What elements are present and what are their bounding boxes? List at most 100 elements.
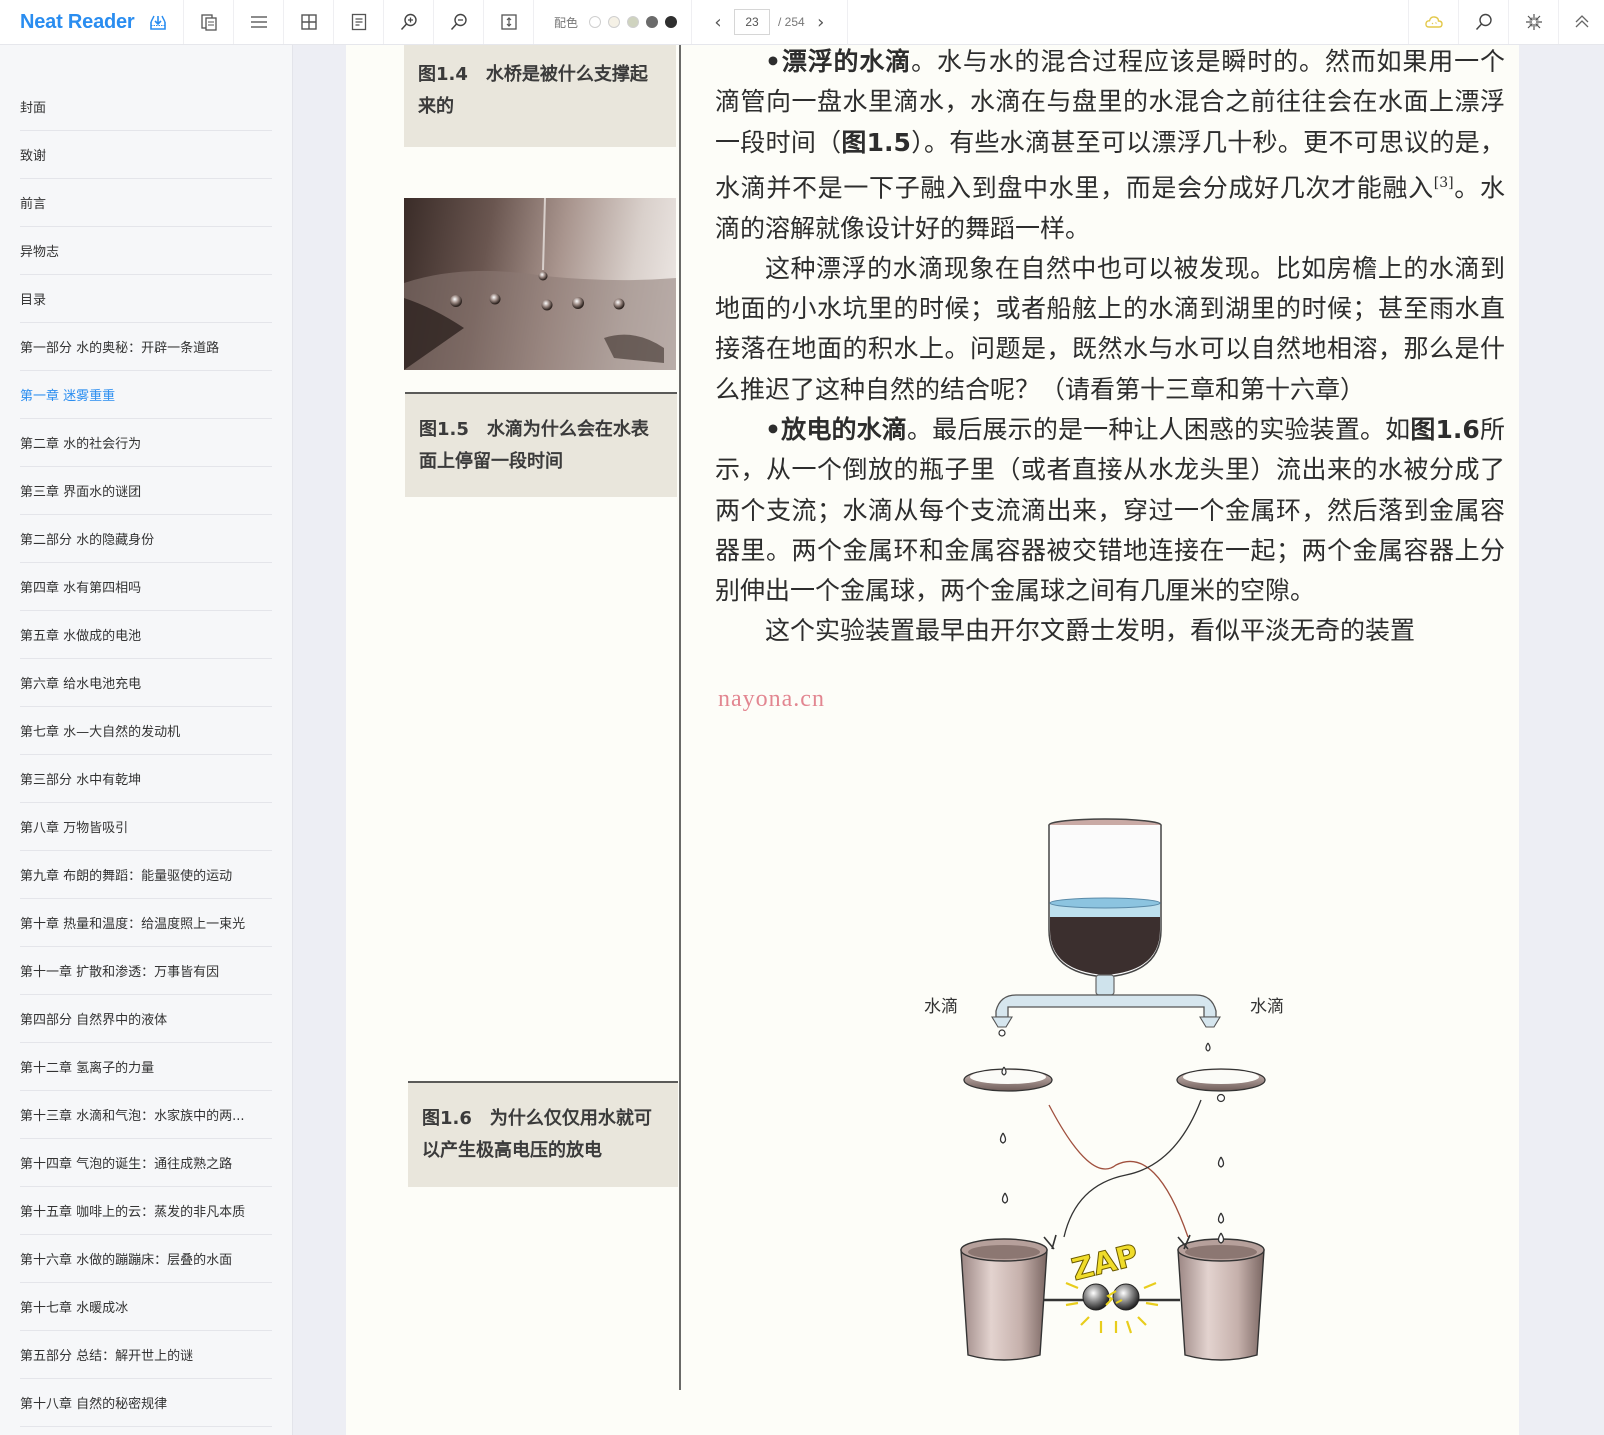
toc-item[interactable]: 前言 <box>20 179 272 227</box>
toc-item-label: 第一部分 水的奥秘：开辟一条道路 <box>20 341 220 356</box>
toc-item[interactable]: 第六章 给水电池充电 <box>20 659 272 707</box>
toc-item-label: 第二章 水的社会行为 <box>20 437 142 452</box>
figure-caption-1-6: 图1.6 为什么仅仅用水就可以产生极高电压的放电 <box>408 1081 678 1187</box>
search-button[interactable] <box>1458 0 1508 44</box>
toc-item[interactable]: 第十章 热量和温度：给温度照上一束光 <box>20 899 272 947</box>
metal-ring-left <box>963 1066 1053 1092</box>
prev-page-button[interactable]: ‹ <box>710 12 726 33</box>
heading-floating-drops: •漂浮的水滴 <box>765 47 912 76</box>
swatch-white[interactable] <box>589 16 602 28</box>
toc-item-label: 异物志 <box>20 245 60 260</box>
toc-item[interactable]: 第十五章 咖啡上的云：蒸发的非凡本质 <box>20 1187 272 1235</box>
toc-item[interactable]: 第十八章 自然的秘密规律 <box>20 1379 272 1427</box>
paragraph-discharging-drops: •放电的水滴。最后展示的是一种让人困惑的实验装置。如图1.6所示，从一个倒放的瓶… <box>715 410 1505 611</box>
toc-item[interactable]: 第三章 界面水的谜团 <box>20 467 272 515</box>
copy-pages-icon <box>200 14 217 31</box>
toc-item[interactable]: 第五部分 总结：解开世上的谜 <box>20 1331 272 1379</box>
toc-item[interactable]: 第三部分 水中有乾坤 <box>20 755 272 803</box>
page-total: / 254 <box>778 15 805 29</box>
toc-item-label: 第五章 水做成的电池 <box>20 629 142 644</box>
scroll-top-button[interactable] <box>1558 0 1604 44</box>
footnote-ref-3[interactable]: [3] <box>1434 175 1454 191</box>
toc-item[interactable]: 致谢 <box>20 131 272 179</box>
toc-item[interactable]: 第八章 万物皆吸引 <box>20 803 272 851</box>
sphere-right <box>1112 1283 1140 1311</box>
notes-button[interactable] <box>334 0 384 44</box>
toc-item-label: 第三部分 水中有乾坤 <box>20 773 142 788</box>
kelvin-dropper-diagram: ZAP <box>960 818 1266 1361</box>
zoom-in-button[interactable] <box>384 0 434 44</box>
menu-icon <box>250 16 267 28</box>
toc-item[interactable]: 封面 <box>20 83 272 131</box>
toc-item-label: 致谢 <box>20 149 47 164</box>
toc-item[interactable]: 第十七章 水暖成冰 <box>20 1283 272 1331</box>
toc-item[interactable]: 第二部分 水的隐藏身份 <box>20 515 272 563</box>
metal-can-left <box>960 1238 1048 1361</box>
brand: Neat Reader <box>0 0 184 44</box>
fit-height-button[interactable] <box>484 0 534 44</box>
swatch-sage[interactable] <box>627 16 640 28</box>
toc-item[interactable]: 第九章 布朗的舞蹈：能量驱使的运动 <box>20 851 272 899</box>
toc-list: 封面致谢前言异物志目录第一部分 水的奥秘：开辟一条道路 第一章 迷雾重重第二章 水… <box>0 45 292 1427</box>
toc-item[interactable]: 第十二章 氢离子的力量 <box>20 1043 272 1091</box>
toc-item-label: 第一章 迷雾重重 <box>20 389 116 404</box>
toc-item[interactable]: 第一章 迷雾重重 <box>20 371 272 419</box>
sphere-left <box>1082 1283 1110 1311</box>
import-icon[interactable] <box>149 13 167 31</box>
paragraph-kelvin: 这个实验装置最早由开尔文爵士发明，看似平淡无奇的装置 <box>765 616 1416 646</box>
caption-number: 图1.5 <box>419 419 469 440</box>
toc-item[interactable]: 第七章 水—大自然的发动机 <box>20 707 272 755</box>
toc-item-label: 第八章 万物皆吸引 <box>20 821 129 836</box>
collapse-button[interactable] <box>1508 0 1558 44</box>
toc-item-label: 第十四章 气泡的诞生：通往成熟之路 <box>20 1157 233 1172</box>
toc-item-label: 第十一章 扩散和渗透：万事皆有因 <box>20 965 220 980</box>
toc-item-label: 第十七章 水暖成冰 <box>20 1301 129 1316</box>
toc-item-label: 第十五章 咖啡上的云：蒸发的非凡本质 <box>20 1205 246 1220</box>
figure-ref-1-5[interactable]: 图1.5 <box>841 128 911 157</box>
toc-item[interactable]: 第十三章 水滴和气泡：水家族中的两... <box>20 1091 272 1139</box>
book-page: 图1.4 水桥是被什么支撑起来的 图1.5 水滴为什么会在水表面上停留一段时间 图1… <box>346 45 1519 1435</box>
cloud-sync-icon <box>1424 16 1443 28</box>
page-number-input[interactable] <box>734 9 771 35</box>
swatch-gray[interactable] <box>646 16 659 28</box>
body-text: •漂浮的水滴。水与水的混合过程应该是瞬时的。然而如果用一个滴管向一盘水里滴水，水… <box>715 45 1505 652</box>
caption-number: 图1.4 <box>418 64 468 85</box>
falling-drop <box>538 271 548 281</box>
zoom-out-button[interactable] <box>434 0 484 44</box>
swatch-black[interactable] <box>665 16 678 28</box>
toc-item[interactable]: 目录 <box>20 275 272 323</box>
color-scheme-label: 配色 <box>554 15 579 30</box>
inverted-bottle <box>1048 818 1162 996</box>
toc-item[interactable]: 第四部分 自然界中的液体 <box>20 995 272 1043</box>
collapse-icon <box>1525 14 1542 30</box>
column-divider <box>679 45 681 1390</box>
caption-number: 图1.6 <box>422 1108 472 1129</box>
toc-item[interactable]: 第十六章 水做的蹦蹦床：层叠的水面 <box>20 1235 272 1283</box>
toc-item-label: 第六章 给水电池充电 <box>20 677 142 692</box>
toc-item[interactable]: 第四章 水有第四相吗 <box>20 563 272 611</box>
toc-item[interactable]: 第十四章 气泡的诞生：通往成熟之路 <box>20 1139 272 1187</box>
chevron-up-double-icon <box>1575 15 1588 28</box>
toc-item-label: 第十三章 水滴和气泡：水家族中的两... <box>20 1109 245 1124</box>
toc-item[interactable]: 第一部分 水的奥秘：开辟一条道路 <box>20 323 272 371</box>
toc-item-label: 封面 <box>20 101 47 116</box>
figure-ref-1-6[interactable]: 图1.6 <box>1410 415 1479 444</box>
bookshelf-button[interactable] <box>184 0 234 44</box>
watermark: nayona.cn <box>718 686 825 712</box>
toc-button[interactable] <box>234 0 284 44</box>
swatch-cream[interactable] <box>608 16 621 28</box>
search-icon <box>1475 13 1492 31</box>
toc-item[interactable]: 第五章 水做成的电池 <box>20 611 272 659</box>
next-page-button[interactable]: › <box>813 12 829 33</box>
layout-button[interactable] <box>284 0 334 44</box>
toc-item-label: 第十章 热量和温度：给温度照上一束光 <box>20 917 246 932</box>
toc-item[interactable]: 第十一章 扩散和渗透：万事皆有因 <box>20 947 272 995</box>
toc-item[interactable]: 第二章 水的社会行为 <box>20 419 272 467</box>
toc-item[interactable]: 异物志 <box>20 227 272 275</box>
figure-photo-floating-drops <box>404 198 676 370</box>
cloud-sync-button[interactable] <box>1408 0 1458 44</box>
notes-icon <box>351 13 366 31</box>
figure-caption-1-4: 图1.4 水桥是被什么支撑起来的 <box>404 45 676 147</box>
toc-item-label: 第三章 界面水的谜团 <box>20 485 142 500</box>
